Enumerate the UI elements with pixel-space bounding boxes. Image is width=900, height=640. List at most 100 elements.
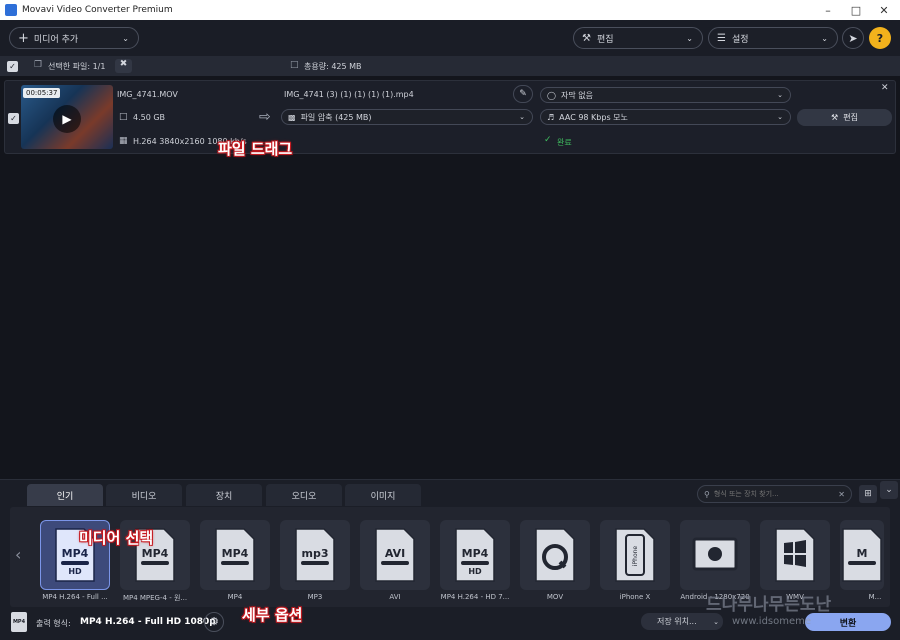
clear-icon[interactable]: ✕ [838,490,845,499]
selected-count: 선택한 파일: 1/1 [48,62,106,71]
format-icon: mp3 [292,527,338,583]
tools-icon: ⚒ [582,32,591,44]
tab-popular[interactable]: 인기 [27,484,103,506]
format-icon: M [839,527,885,583]
annotation-media-select: 미디어 선택 [79,529,154,547]
chevron-down-icon: ⌄ [519,113,525,121]
compress-label: 파일 압축 (425 MB) [300,112,372,122]
chevron-down-icon: ⌄ [686,33,693,43]
preset-tile[interactable]: MP4 [200,520,270,590]
total-size: 총용량: 425 MB [304,62,362,71]
convert-arrow-icon: ⇨ [259,109,271,125]
audio-dropdown[interactable]: ♬ AAC 98 Kbps 모노 ⌄ [540,109,791,125]
preset-label: iPhone X [619,593,651,601]
svg-text:MP4: MP4 [142,547,169,560]
format-icon: iPhone [612,527,658,583]
source-size: 4.50 GB [133,113,166,122]
preset-tile[interactable]: MP4 HD [440,520,510,590]
file-edit-button[interactable]: ⚒ 편집 [797,109,892,126]
format-icon [532,527,578,583]
remove-file-icon[interactable]: ✕ [881,83,889,93]
minimize-icon[interactable]: – [814,0,842,20]
format-icon [692,527,738,583]
subtitle-dropdown[interactable]: ◯ 자막 없음 ⌄ [540,87,791,103]
gear-icon[interactable]: ⚙ [204,612,224,632]
files-icon: ❐ [34,60,43,70]
edit-dropdown[interactable]: ⚒ 편집 ⌄ [573,27,703,49]
preset-tile[interactable]: mp3 [280,520,350,590]
source-filename: IMG_4741.MOV [117,90,178,99]
preset-tile[interactable] [680,520,750,590]
svg-text:MP4: MP4 [62,547,89,560]
format-icon: MP4 [212,527,258,583]
add-media-button[interactable]: + 미디어 추가 ⌄ [9,27,139,49]
tab-devices[interactable]: 장치 [186,484,262,506]
output-filename: IMG_4741 (3) (1) (1) (1) (1).mp4 [284,90,414,99]
preset-label: MP4 H.264 - Full ... [42,593,108,601]
preset-tile[interactable]: M [840,520,884,590]
sliders-icon: ☰ [717,32,726,44]
chevron-down-icon: ⌄ [122,33,129,43]
svg-text:MP4: MP4 [222,547,249,560]
share-button[interactable]: ➤ [842,27,864,49]
audio-label: AAC 98 Kbps 모노 [559,112,628,122]
format-icon: AVI [372,527,418,583]
settings-dropdown[interactable]: ☰ 설정 ⌄ [708,27,838,49]
title-bar: Movavi Video Converter Premium – □ ✕ [0,0,900,20]
subtitle-label: 자막 없음 [560,90,593,100]
selection-bar: ✓ ❐ 선택한 파일: 1/1 ✖ □ 총용량: 425 MB [0,56,900,76]
compress-icon: ▩ [288,112,296,122]
scroll-left-icon[interactable]: ‹ [15,545,21,564]
preset-label: MP4 [227,593,243,601]
plus-icon: + [18,30,29,46]
tab-images[interactable]: 이미지 [345,484,421,506]
file-checkbox[interactable]: ✓ [8,113,19,124]
chevron-down-icon: ⌄ [777,113,783,121]
preset-tile[interactable] [520,520,590,590]
add-media-label: 미디어 추가 [33,34,79,45]
import-preset-icon[interactable]: ⊞ [859,485,877,503]
chevron-down-icon: ⌄ [821,33,828,43]
svg-text:AVI: AVI [385,547,405,560]
format-icon [772,527,818,583]
preset-tile[interactable]: AVI [360,520,430,590]
watermark-sub: www.idsomeme [732,616,812,627]
maximize-icon[interactable]: □ [842,0,870,20]
settings-label: 설정 [731,34,749,45]
duration-badge: 00:05:37 [23,88,61,98]
rename-pencil-icon[interactable]: ✎ [513,85,533,103]
play-icon[interactable]: ▶ [53,105,81,133]
tab-video[interactable]: 비디오 [106,484,182,506]
file-edit-label: 편집 [843,113,858,122]
svg-text:mp3: mp3 [302,547,329,560]
preset-tile[interactable]: iPhone [600,520,670,590]
svg-text:M: M [857,547,868,560]
preset-tile[interactable] [760,520,830,590]
collapse-panel-icon[interactable]: ⌄ [880,481,898,499]
delete-button[interactable]: ✖ [115,59,132,73]
svg-text:HD: HD [68,567,82,576]
tab-audio[interactable]: 오디오 [266,484,342,506]
window-title: Movavi Video Converter Premium [22,5,173,15]
help-button[interactable]: ? [869,27,891,49]
chevron-down-icon: ⌄ [777,91,783,99]
file-row[interactable]: ✓ 00:05:37 ▶ IMG_4741.MOV □ 4.50 GB ▦ H.… [4,80,896,154]
close-icon[interactable]: ✕ [870,0,898,20]
output-format-value: MP4 H.264 - Full HD 1080p [80,617,216,627]
share-icon: ➤ [848,31,858,45]
compress-dropdown[interactable]: ▩ 파일 압축 (425 MB) ⌄ [281,109,533,125]
watermark: 드나무나무는도난 www.idsomeme [706,590,892,638]
edit-label: 편집 [596,34,614,45]
svg-text:HD: HD [468,567,482,576]
svg-text:iPhone: iPhone [632,546,639,567]
format-search[interactable]: ⚲ ✕ [697,485,852,503]
select-all-checkbox[interactable]: ✓ [7,61,18,72]
check-icon: ✓ [544,135,552,145]
preset-label: MP3 [307,593,323,601]
tools-icon: ⚒ [831,113,839,122]
speaker-icon: ♬ [547,112,555,122]
video-thumbnail[interactable]: 00:05:37 ▶ [21,85,113,149]
status-label: 완료 [557,138,572,147]
search-input[interactable] [713,490,834,498]
annotation-file-drag: 파일 드래그 [218,140,293,158]
